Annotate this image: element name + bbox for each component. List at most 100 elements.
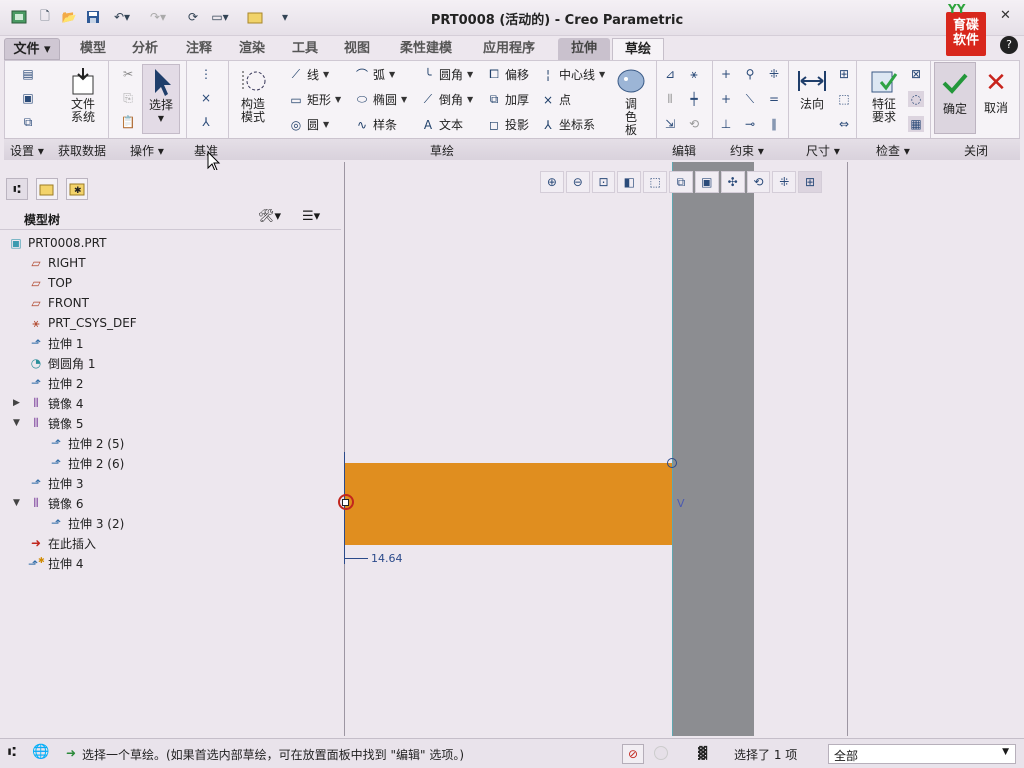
sketch-view-icon[interactable]: ⧉ xyxy=(20,114,36,130)
find-icon[interactable]: ▓ xyxy=(698,746,707,760)
group-get-data[interactable]: 获取数据 xyxy=(58,142,106,159)
chevron-down-icon[interactable]: ▼ xyxy=(467,70,473,79)
tangent-constraint-icon[interactable]: ⚲ xyxy=(742,66,758,82)
collapse-arrow-icon[interactable]: ▼ xyxy=(13,498,20,508)
graphics-canvas[interactable] xyxy=(344,162,848,736)
fillet-tool[interactable]: ╰ 圆角 ▼ xyxy=(420,66,473,83)
chevron-down-icon[interactable]: ▼ xyxy=(401,95,407,104)
chevron-down-icon[interactable]: ▼ xyxy=(143,112,179,125)
group-inspect[interactable]: 检查 ▾ xyxy=(876,142,910,159)
saved-orientations-icon[interactable]: ⬚ xyxy=(643,171,668,193)
tree-node-round-1[interactable]: ◔ 倒圆角 1 xyxy=(28,353,96,373)
offset-tool[interactable]: ⧠ 偏移 xyxy=(486,66,529,83)
tree-node-front[interactable]: ▱ FRONT xyxy=(28,293,89,313)
ellipse-tool[interactable]: ⬭ 椭圆 ▼ xyxy=(354,91,407,108)
coincident-constraint-icon[interactable]: ⟍ xyxy=(742,91,758,107)
horizontal-constraint-icon[interactable]: + xyxy=(718,91,734,107)
normal-dimension-button[interactable]: 法向 xyxy=(794,64,830,111)
chevron-down-icon[interactable]: ▼ xyxy=(389,70,395,79)
delete-segment-icon[interactable]: ⚹ xyxy=(686,66,702,82)
tree-node-extrude-3[interactable]: ⬏ 拉伸 3 xyxy=(28,473,83,493)
perimeter-dim-icon[interactable]: ⊞ xyxy=(836,66,852,82)
selection-count[interactable]: 选择了 1 项 xyxy=(734,746,797,763)
repaint-icon[interactable]: ▣ xyxy=(694,171,719,193)
tree-node-right[interactable]: ▱ RIGHT xyxy=(28,253,85,273)
datum-point-icon[interactable]: × xyxy=(198,90,214,106)
browser-toggle-icon[interactable]: 🌐 xyxy=(32,744,49,760)
paste-icon[interactable]: 📋 xyxy=(120,114,136,130)
parallel-constraint-icon[interactable]: ∥ xyxy=(766,116,782,132)
tab-render[interactable]: 渲染 xyxy=(226,38,278,60)
vertex-handle[interactable] xyxy=(342,499,349,506)
divide-icon[interactable]: ⇲ xyxy=(662,116,678,132)
corner-icon[interactable]: ┿ xyxy=(686,91,702,107)
tab-extrude[interactable]: 拉伸 xyxy=(558,38,610,60)
cut-icon[interactable]: ✂ xyxy=(120,66,136,82)
chevron-down-icon[interactable]: ▼ xyxy=(1002,747,1009,757)
tab-sketch[interactable]: 草绘 xyxy=(612,38,664,60)
text-tool[interactable]: A 文本 xyxy=(420,116,463,133)
group-operations[interactable]: 操作 ▾ xyxy=(130,142,164,159)
model-tree-tab-icon[interactable]: ⑆ xyxy=(6,178,28,200)
chevron-down-icon[interactable]: ▼ xyxy=(335,95,341,104)
chevron-down-icon[interactable]: ▼ xyxy=(323,70,329,79)
mirror-icon[interactable]: ⫴ xyxy=(662,91,678,107)
highlight-open-ends-icon[interactable]: ◌ xyxy=(908,91,924,107)
reference-dim-icon[interactable]: ⇔ xyxy=(836,116,852,132)
display-style-icon[interactable]: ◧ xyxy=(617,171,642,193)
tree-node-extrude-2-6[interactable]: ⬏ 拉伸 2 (6) xyxy=(48,453,124,473)
tree-node-root[interactable]: ▣ PRT0008.PRT xyxy=(8,233,106,253)
sketch-view-icon[interactable]: ⟲ xyxy=(746,171,771,193)
rectangle-tool[interactable]: ▭ 矩形 ▼ xyxy=(288,91,341,108)
feature-requirements-button[interactable]: 特征要求 xyxy=(864,64,904,124)
tree-node-mirror-5[interactable]: ⫴ 镜像 5 xyxy=(28,413,83,433)
line-tool[interactable]: ⟋ 线 ▼ xyxy=(288,66,329,83)
selection-filter-dropdown[interactable]: 全部 ▼ xyxy=(828,744,1016,764)
circle-tool[interactable]: ◎ 圆 ▼ xyxy=(288,116,329,133)
tab-view[interactable]: 视图 xyxy=(332,38,382,60)
tree-node-csys[interactable]: ⚹ PRT_CSYS_DEF xyxy=(28,313,136,333)
tree-node-extrude-2-5[interactable]: ⬏ 拉伸 2 (5) xyxy=(48,433,124,453)
tree-node-top[interactable]: ▱ TOP xyxy=(28,273,72,293)
show-menu-icon[interactable]: ☰▾ xyxy=(302,209,320,224)
tab-analysis[interactable]: 分析 xyxy=(120,38,170,60)
rotate-resize-icon[interactable]: ⟲ xyxy=(686,116,702,132)
datum-csys-icon[interactable]: ⅄ xyxy=(198,114,214,130)
tree-node-extrude-4[interactable]: ⬏✱ 拉伸 4 xyxy=(28,553,83,573)
group-dimension[interactable]: 尺寸 ▾ xyxy=(806,142,840,159)
point-tool[interactable]: × 点 xyxy=(540,91,571,108)
symmetric-constraint-icon[interactable]: ⊸ xyxy=(742,116,758,132)
tab-applications[interactable]: 应用程序 xyxy=(472,38,546,60)
shade-closed-loops-icon[interactable]: ▦ xyxy=(908,116,924,132)
tab-flexible-modeling[interactable]: 柔性建模 xyxy=(390,38,462,60)
tab-tools[interactable]: 工具 xyxy=(280,38,330,60)
chevron-down-icon[interactable]: ▼ xyxy=(467,95,473,104)
modify-icon[interactable]: ⊿ xyxy=(662,66,678,82)
select-button[interactable]: 选择 ▼ xyxy=(142,64,180,134)
zoom-out-icon[interactable]: ⊖ xyxy=(565,171,590,193)
refit-icon[interactable]: ⊡ xyxy=(591,171,616,193)
construction-mode-button[interactable]: 构造模式 xyxy=(234,64,272,124)
sketch-setup-icon[interactable]: ▤ xyxy=(20,66,36,82)
copy-icon[interactable]: ⎘ xyxy=(120,90,136,106)
cancel-button[interactable]: ✕ 取消 xyxy=(980,64,1012,115)
datum-centerline-icon[interactable]: ⋮ xyxy=(198,66,214,82)
chamfer-tool[interactable]: ⟋ 倒角 ▼ xyxy=(420,91,473,108)
tree-node-extrude-3-2[interactable]: ⬏ 拉伸 3 (2) xyxy=(48,513,124,533)
baseline-dim-icon[interactable]: ⬚ xyxy=(836,91,852,107)
spin-center-icon[interactable]: ✣ xyxy=(720,171,745,193)
equal-constraint-icon[interactable]: = xyxy=(766,91,782,107)
tree-toggle-icon[interactable]: ⑆ xyxy=(8,745,16,760)
tree-node-extrude-2[interactable]: ⬏ 拉伸 2 xyxy=(28,373,83,393)
dimension-display-icon[interactable]: ⊞ xyxy=(798,171,822,193)
midpoint-constraint-icon[interactable]: ⁜ xyxy=(766,66,782,82)
expand-arrow-icon[interactable]: ▶ xyxy=(13,398,20,408)
coordinate-system-tool[interactable]: ⅄ 坐标系 xyxy=(540,116,595,133)
zoom-in-icon[interactable]: ⊕ xyxy=(540,171,564,193)
overlap-geometry-icon[interactable]: ⊠ xyxy=(908,66,924,82)
tab-file[interactable]: 文件 ▾ xyxy=(4,38,60,60)
datum-display-icon[interactable]: ⧉ xyxy=(669,171,693,193)
settings-tools-icon[interactable]: 🛠▾ xyxy=(258,209,281,224)
tree-node-mirror-6[interactable]: ⫴ 镜像 6 xyxy=(28,493,83,513)
reference-icon[interactable]: ▣ xyxy=(20,90,36,106)
